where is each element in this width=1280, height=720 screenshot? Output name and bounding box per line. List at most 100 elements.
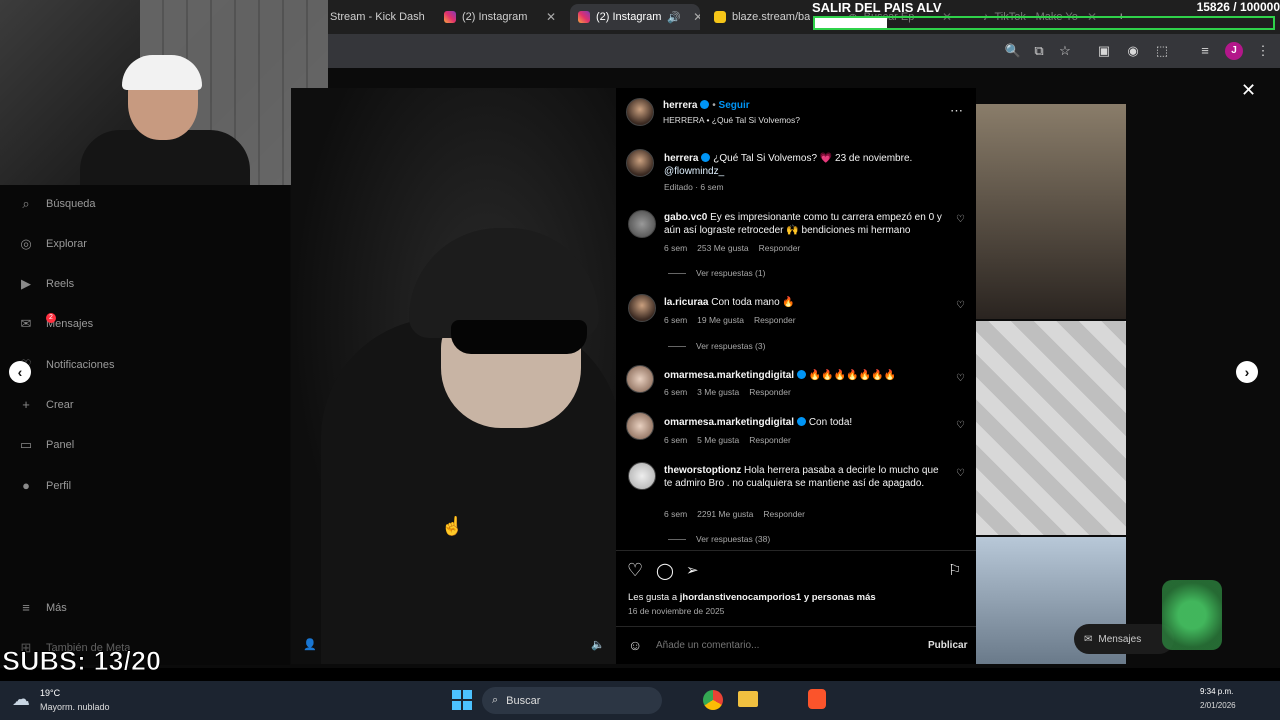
- like-comment-icon[interactable]: ♡: [956, 420, 965, 431]
- like-comment-icon[interactable]: ♡: [956, 214, 965, 225]
- plus-icon: +: [22, 397, 30, 412]
- weather-temp: 19°C: [40, 688, 61, 698]
- likes-prefix: Les gusta a: [628, 592, 680, 603]
- comment-likes[interactable]: 2291 Me gusta: [697, 509, 753, 519]
- tab-instagram-active[interactable]: (2) Instagram 🔊 ✕: [570, 4, 700, 30]
- goal-title: SALIR DEL PAIS ALV: [812, 0, 942, 15]
- post-username[interactable]: herrera: [663, 100, 697, 111]
- hamburger-icon: ≡: [22, 600, 30, 615]
- caption-mention[interactable]: @flowmindz_: [664, 166, 724, 177]
- reply-button[interactable]: Responder: [759, 243, 801, 253]
- tab-kick[interactable]: Stream - Kick Dash ✕: [322, 4, 430, 30]
- avatar[interactable]: [626, 365, 654, 393]
- extension-icon[interactable]: ◉: [1124, 42, 1142, 60]
- close-icon[interactable]: ✕: [693, 10, 700, 24]
- profile-avatar[interactable]: J: [1225, 42, 1243, 60]
- zoom-icon[interactable]: 🔍: [1004, 42, 1022, 60]
- likes-summary[interactable]: Les gusta a jhordanstivenocamporios1 y p…: [628, 592, 876, 603]
- sidebar-item-label: Explorar: [46, 238, 87, 250]
- view-replies-button[interactable]: Ver respuestas (38): [668, 534, 770, 544]
- messenger-icon: ✉: [1084, 633, 1093, 645]
- comment-likes[interactable]: 19 Me gusta: [697, 315, 744, 325]
- sidebar-item-search[interactable]: ⌕ Búsqueda: [18, 193, 95, 215]
- more-options-icon[interactable]: ⋯: [950, 103, 963, 119]
- sidebar-item-explore[interactable]: ◎ Explorar: [18, 233, 87, 255]
- sidebar-item-create[interactable]: + Crear: [18, 394, 73, 416]
- like-comment-icon[interactable]: ♡: [956, 373, 965, 384]
- close-icon[interactable]: ✕: [546, 10, 556, 24]
- previous-post-button[interactable]: ‹: [9, 361, 31, 383]
- caption-username[interactable]: herrera: [664, 153, 698, 164]
- sidebar-item-label: Más: [46, 602, 67, 614]
- reply-button[interactable]: Responder: [763, 509, 805, 519]
- grid-tile[interactable]: [976, 321, 1126, 535]
- sidebar: ⌕ Búsqueda ◎ Explorar ▶ Reels ✉ 2 Mensaj…: [0, 185, 290, 665]
- reply-button[interactable]: Responder: [749, 387, 791, 397]
- like-comment-icon[interactable]: ♡: [956, 300, 965, 311]
- comment-likes[interactable]: 5 Me gusta: [697, 435, 739, 445]
- tab-instagram-1[interactable]: (2) Instagram ✕: [436, 4, 564, 30]
- grid-tile[interactable]: [976, 104, 1126, 319]
- like-comment-icon[interactable]: ♡: [956, 468, 965, 479]
- tab-label: Stream - Kick Dash: [330, 11, 425, 23]
- screenshot-icon[interactable]: ▣: [1095, 42, 1113, 60]
- folder-icon[interactable]: [738, 691, 758, 707]
- tagged-user-icon[interactable]: 👤: [303, 638, 317, 651]
- sidebar-item-notifications[interactable]: ♡ Notificaciones: [18, 354, 114, 376]
- sidebar-item-more[interactable]: ≡ Más: [18, 597, 67, 619]
- comment-username[interactable]: gabo.vc0: [664, 212, 707, 223]
- comment-likes[interactable]: 253 Me gusta: [697, 243, 749, 253]
- comment: la.ricuraa Con toda mano 🔥: [664, 296, 944, 309]
- menu-icon[interactable]: ⋮: [1254, 42, 1272, 60]
- cloud-icon: ☁: [12, 689, 30, 709]
- reply-button[interactable]: Responder: [754, 315, 796, 325]
- comment-username[interactable]: la.ricuraa: [664, 297, 708, 308]
- speaker-icon[interactable]: 🔊: [667, 11, 681, 24]
- follow-button[interactable]: Seguir: [719, 100, 750, 111]
- next-post-button[interactable]: ›: [1236, 361, 1258, 383]
- view-replies-button[interactable]: Ver respuestas (1): [668, 268, 765, 278]
- blaze-icon: [714, 11, 726, 23]
- avatar[interactable]: [628, 462, 656, 490]
- comment-input[interactable]: [656, 636, 916, 654]
- tab-blaze[interactable]: blaze.stream/back: [706, 4, 810, 30]
- save-icon[interactable]: ⚐: [948, 561, 961, 579]
- share-icon[interactable]: ➢: [686, 561, 699, 579]
- avatar[interactable]: [626, 149, 654, 177]
- close-modal-icon[interactable]: ✕: [1241, 80, 1256, 101]
- sidebar-item-messages[interactable]: ✉ 2 Mensajes: [18, 313, 93, 335]
- view-replies-button[interactable]: Ver respuestas (3): [668, 341, 765, 351]
- mute-icon[interactable]: 🔈: [591, 638, 605, 651]
- sidebar-item-label: Reels: [46, 278, 75, 290]
- post-audio[interactable]: HERRERA • ¿Qué Tal Si Volvemos?: [663, 115, 800, 125]
- publish-button[interactable]: Publicar: [928, 640, 967, 651]
- reply-button[interactable]: Responder: [749, 435, 791, 445]
- avatar[interactable]: [628, 210, 656, 238]
- floating-messages-button[interactable]: ✉ Mensajes: [1074, 624, 1174, 654]
- avatar[interactable]: [626, 98, 654, 126]
- puzzle-icon[interactable]: ⬚: [1153, 42, 1171, 60]
- like-icon[interactable]: ♡: [627, 560, 643, 581]
- sidebar-item-reels[interactable]: ▶ Reels: [18, 273, 74, 295]
- likes-user[interactable]: jhordanstivenocamporios1: [680, 592, 801, 603]
- avatar[interactable]: [628, 294, 656, 322]
- install-icon[interactable]: ⧉: [1030, 42, 1048, 60]
- comment-icon[interactable]: ◯: [656, 561, 674, 581]
- post-video[interactable]: 👤 🔈 ☝: [291, 88, 616, 664]
- bookmark-star-icon[interactable]: ☆: [1056, 42, 1074, 60]
- comment-likes[interactable]: 3 Me gusta: [697, 387, 739, 397]
- sidebar-item-profile[interactable]: ● Perfil: [18, 475, 71, 497]
- media-icon[interactable]: ≡: [1196, 42, 1214, 60]
- view-replies-label: Ver respuestas (38): [696, 534, 771, 544]
- comment-username[interactable]: theworstoptionz: [664, 465, 741, 476]
- taskbar-search[interactable]: ⌕ Buscar: [482, 687, 662, 714]
- avatar[interactable]: [626, 412, 654, 440]
- sidebar-item-panel[interactable]: ▭ Panel: [18, 434, 74, 456]
- brave-icon[interactable]: [808, 689, 826, 709]
- comment-username[interactable]: omarmesa.marketingdigital: [664, 417, 794, 428]
- emoji-icon[interactable]: ☺: [628, 637, 642, 653]
- windows-start-icon[interactable]: [452, 690, 472, 710]
- comment-username[interactable]: omarmesa.marketingdigital: [664, 370, 794, 381]
- comment-meta: 6 sem 5 Me gusta Responder: [664, 435, 791, 445]
- chrome-icon[interactable]: [703, 690, 723, 710]
